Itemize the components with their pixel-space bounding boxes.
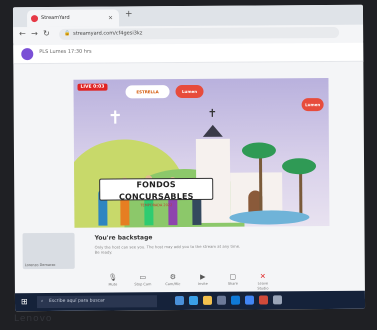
reload-icon[interactable]: ↻	[43, 29, 50, 38]
forward-arrow-icon[interactable]: →	[31, 29, 38, 38]
lock-icon: 🔒	[64, 30, 71, 37]
palm-leaves-2	[282, 158, 317, 175]
sponsor-logo-right: Lumen	[301, 98, 324, 112]
banner-subtitle: TEMPORADA 2022	[140, 203, 173, 208]
cross-icon: ✝	[107, 107, 123, 129]
streamyard-logo-icon[interactable]	[21, 48, 34, 61]
palm-trunk-1	[258, 152, 263, 217]
palm-leaves-1	[241, 142, 277, 159]
cam-mic-settings-button[interactable]: ⚙ Cam/Mic	[163, 273, 183, 287]
participant-thumbnail[interactable]: Lorenzo Demarzo	[22, 232, 75, 270]
mic-icon: 🎙	[108, 273, 118, 282]
screen-icon: ▢	[229, 272, 237, 281]
banner-title: FONDOS CONCURSABLES	[118, 180, 194, 202]
streamyard-favicon-icon	[30, 15, 39, 23]
taskbar-search-input[interactable]: ⌕ Escribe aquí para buscar	[36, 295, 158, 309]
taskbar-search-placeholder: Escribe aquí para buscar	[48, 298, 105, 304]
office-app-icon[interactable]	[258, 295, 269, 305]
camera-icon: ▭	[139, 273, 147, 282]
windows-start-icon[interactable]: ⊞	[21, 297, 28, 306]
live-badge: LIVE 0:03	[77, 83, 108, 91]
browser-nav-bar: ← → ↻ 🔒 streamyard.com/cf4gesi3kz	[13, 24, 364, 44]
app-header: PLS Lumes 17:30 hrs	[13, 42, 364, 65]
backstage-title: You're backstage	[94, 234, 153, 242]
invite-button[interactable]: ▶ Invite	[193, 273, 213, 287]
video-icon: ▶	[200, 272, 206, 281]
account-label: PLS Lumes 17:30 hrs	[39, 48, 92, 56]
browser-tab[interactable]: StreamYard ×	[26, 9, 120, 28]
browser-tab-bar: StreamYard × +	[12, 4, 364, 28]
sponsor-logo-left: ESTRELLA	[125, 85, 170, 99]
stream-banner: FONDOS CONCURSABLES TEMPORADA 2022	[99, 177, 214, 207]
sponsor-logo-center: Lumen	[175, 84, 204, 99]
monitor-screen: StreamYard × + ← → ↻ 🔒 streamyard.com/cf…	[12, 4, 366, 312]
tab-close-button[interactable]: ×	[108, 10, 113, 27]
fountain	[229, 210, 310, 225]
backstage-subtitle: Only the host can see you. The host may …	[94, 243, 241, 255]
stop-cam-button[interactable]: ▭ Stop Cam	[133, 273, 153, 287]
tower-cross-icon: ✝	[207, 106, 217, 120]
address-bar[interactable]: 🔒 streamyard.com/cf4gesi3kz	[59, 26, 340, 40]
mute-button[interactable]: 🎙 Mute	[103, 273, 123, 287]
participant-label: Lorenzo Demarzo	[24, 262, 56, 268]
stream-canvas[interactable]: LIVE 0:03 ESTRELLA Lumen Lumen ✝ ✝ FONDO…	[73, 78, 330, 228]
file-explorer-icon[interactable]	[202, 295, 213, 305]
back-arrow-icon[interactable]: ←	[19, 29, 26, 38]
studio-controls: 🎙 Mute ▭ Stop Cam ⚙ Cam/Mic ▶ Invite ▢ S…	[15, 270, 365, 292]
lenovo-brand-label: Lenovo	[14, 314, 53, 324]
leave-icon: ✕	[259, 272, 266, 281]
edge-browser-icon[interactable]	[188, 295, 199, 306]
windows-taskbar: ⊞ ⌕ Escribe aquí para buscar	[14, 290, 366, 312]
search-icon: ⌕	[40, 299, 44, 305]
task-view-icon[interactable]	[174, 296, 185, 306]
store-icon[interactable]	[216, 295, 227, 305]
chrome-browser-icon[interactable]	[244, 295, 255, 305]
new-tab-button[interactable]: +	[125, 9, 133, 19]
gear-icon: ⚙	[169, 273, 176, 282]
share-screen-button[interactable]: ▢ Share	[223, 273, 243, 287]
tab-title: StreamYard	[40, 14, 70, 22]
leave-studio-button[interactable]: ✕ Leave Studio	[253, 272, 273, 291]
taskbar-app-icon[interactable]	[272, 295, 283, 305]
tower-roof	[202, 124, 223, 137]
address-url: streamyard.com/cf4gesi3kz	[73, 30, 143, 37]
mail-icon[interactable]	[230, 295, 241, 305]
